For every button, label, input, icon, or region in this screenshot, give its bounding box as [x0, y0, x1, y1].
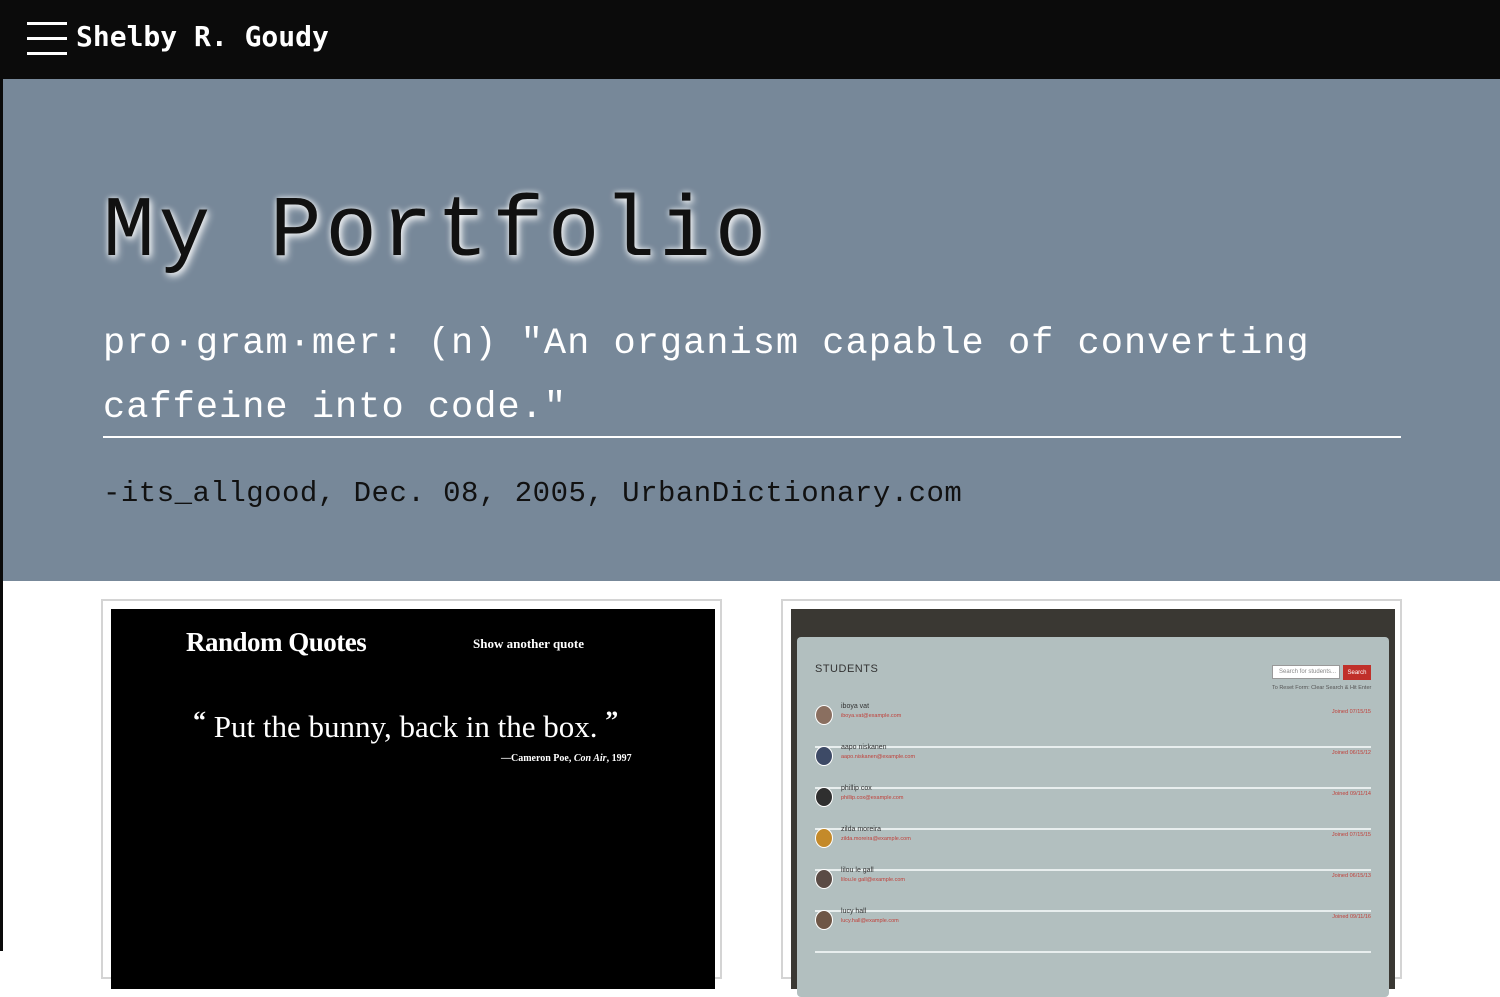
student-joined-date: Joined 07/15/15 — [1331, 709, 1371, 715]
student-email: aapo.niskanen@example.com — [841, 754, 916, 760]
student-joined-date: Joined 07/15/15 — [1331, 832, 1371, 838]
student-avatar — [815, 828, 833, 848]
student-row: zilda moreira zilda.moreira@example.com … — [815, 826, 1371, 871]
student-email: phillip.cox@example.com — [841, 795, 904, 801]
student-row: lilou le gall lilou.le gall@example.com … — [815, 867, 1371, 912]
student-joined-date: Joined 06/15/12 — [1331, 750, 1371, 756]
student-name: zilda moreira — [841, 826, 882, 833]
students-panel: STUDENTS Search for students... Search T… — [797, 637, 1389, 997]
rq-app-title: Random Quotes — [186, 627, 367, 657]
rq-citation-source: Con Air — [573, 753, 607, 764]
site-name-link[interactable]: Shelby R. Goudy — [76, 20, 329, 53]
student-row: phillip cox phillip.cox@example.com Join… — [815, 785, 1371, 830]
student-email: zilda.moreira@example.com — [841, 836, 911, 842]
page-title: My Portfolio — [103, 183, 771, 281]
project-card-random-quotes[interactable]: Random Quotes Show another quote “ Put t… — [101, 599, 722, 989]
rq-citation-year: , 1997 — [606, 753, 632, 764]
students-reset-hint: To Reset Form: Clear Search & Hit Enter — [1272, 685, 1372, 691]
rq-quote-body: Put the bunny, back in the box. — [213, 709, 598, 744]
student-avatar — [815, 787, 833, 807]
student-email: iboya.vat@example.com — [841, 713, 902, 719]
student-name: lilou le gall — [841, 867, 874, 874]
student-name: iboya vat — [841, 703, 870, 710]
student-avatar — [815, 746, 833, 766]
student-name: aapo niskanen — [841, 744, 887, 751]
rq-show-another-quote-button: Show another quote — [473, 636, 585, 651]
student-avatar — [815, 869, 833, 889]
hero-divider — [103, 436, 1401, 438]
hero-citation: -its_allgood, Dec. 08, 2005, UrbanDictio… — [103, 477, 963, 510]
student-joined-date: Joined 09/11/14 — [1332, 791, 1371, 797]
student-joined-date: Joined 06/15/13 — [1331, 873, 1371, 879]
students-title: STUDENTS — [815, 663, 879, 675]
student-email: lucy.hall@example.com — [841, 918, 899, 924]
rq-citation-prefix: —Cameron Poe, — [501, 753, 574, 764]
top-navigation-bar: Shelby R. Goudy — [0, 0, 1500, 79]
rq-open-quote-mark: “ — [193, 706, 206, 735]
student-row: iboya vat iboya.vat@example.com Joined 0… — [815, 703, 1371, 748]
hero-banner: My Portfolio pro·gram·mer: (n) "An organ… — [3, 79, 1500, 581]
hero-quote: pro·gram·mer: (n) "An organism capable o… — [103, 323, 1310, 429]
students-search-button: Search — [1343, 665, 1371, 680]
student-row: aapo niskanen aapo.niskanen@example.com … — [815, 744, 1371, 789]
rq-quote-citation: —Cameron Poe, Con Air, 1997 — [501, 753, 632, 764]
rq-close-quote-mark: ” — [605, 706, 619, 735]
student-name: phillip cox — [841, 785, 872, 792]
rq-quote-text: “ Put the bunny, back in the box. ” — [193, 706, 619, 745]
student-name: lucy hall — [841, 908, 867, 915]
student-email: lilou.le gall@example.com — [841, 877, 905, 883]
student-row: lucy hall lucy.hall@example.com Joined 0… — [815, 908, 1371, 953]
hamburger-menu-icon[interactable] — [27, 22, 67, 56]
project-screenshot-students[interactable]: STUDENTS Search for students... Search T… — [791, 609, 1395, 997]
student-joined-date: Joined 09/11/16 — [1332, 914, 1371, 920]
project-card-students[interactable]: STUDENTS Search for students... Search T… — [781, 599, 1402, 997]
project-screenshot-random-quotes[interactable]: Random Quotes Show another quote “ Put t… — [111, 609, 715, 989]
students-search-input: Search for students... — [1272, 665, 1340, 679]
student-avatar — [815, 910, 833, 930]
student-avatar — [815, 705, 833, 725]
